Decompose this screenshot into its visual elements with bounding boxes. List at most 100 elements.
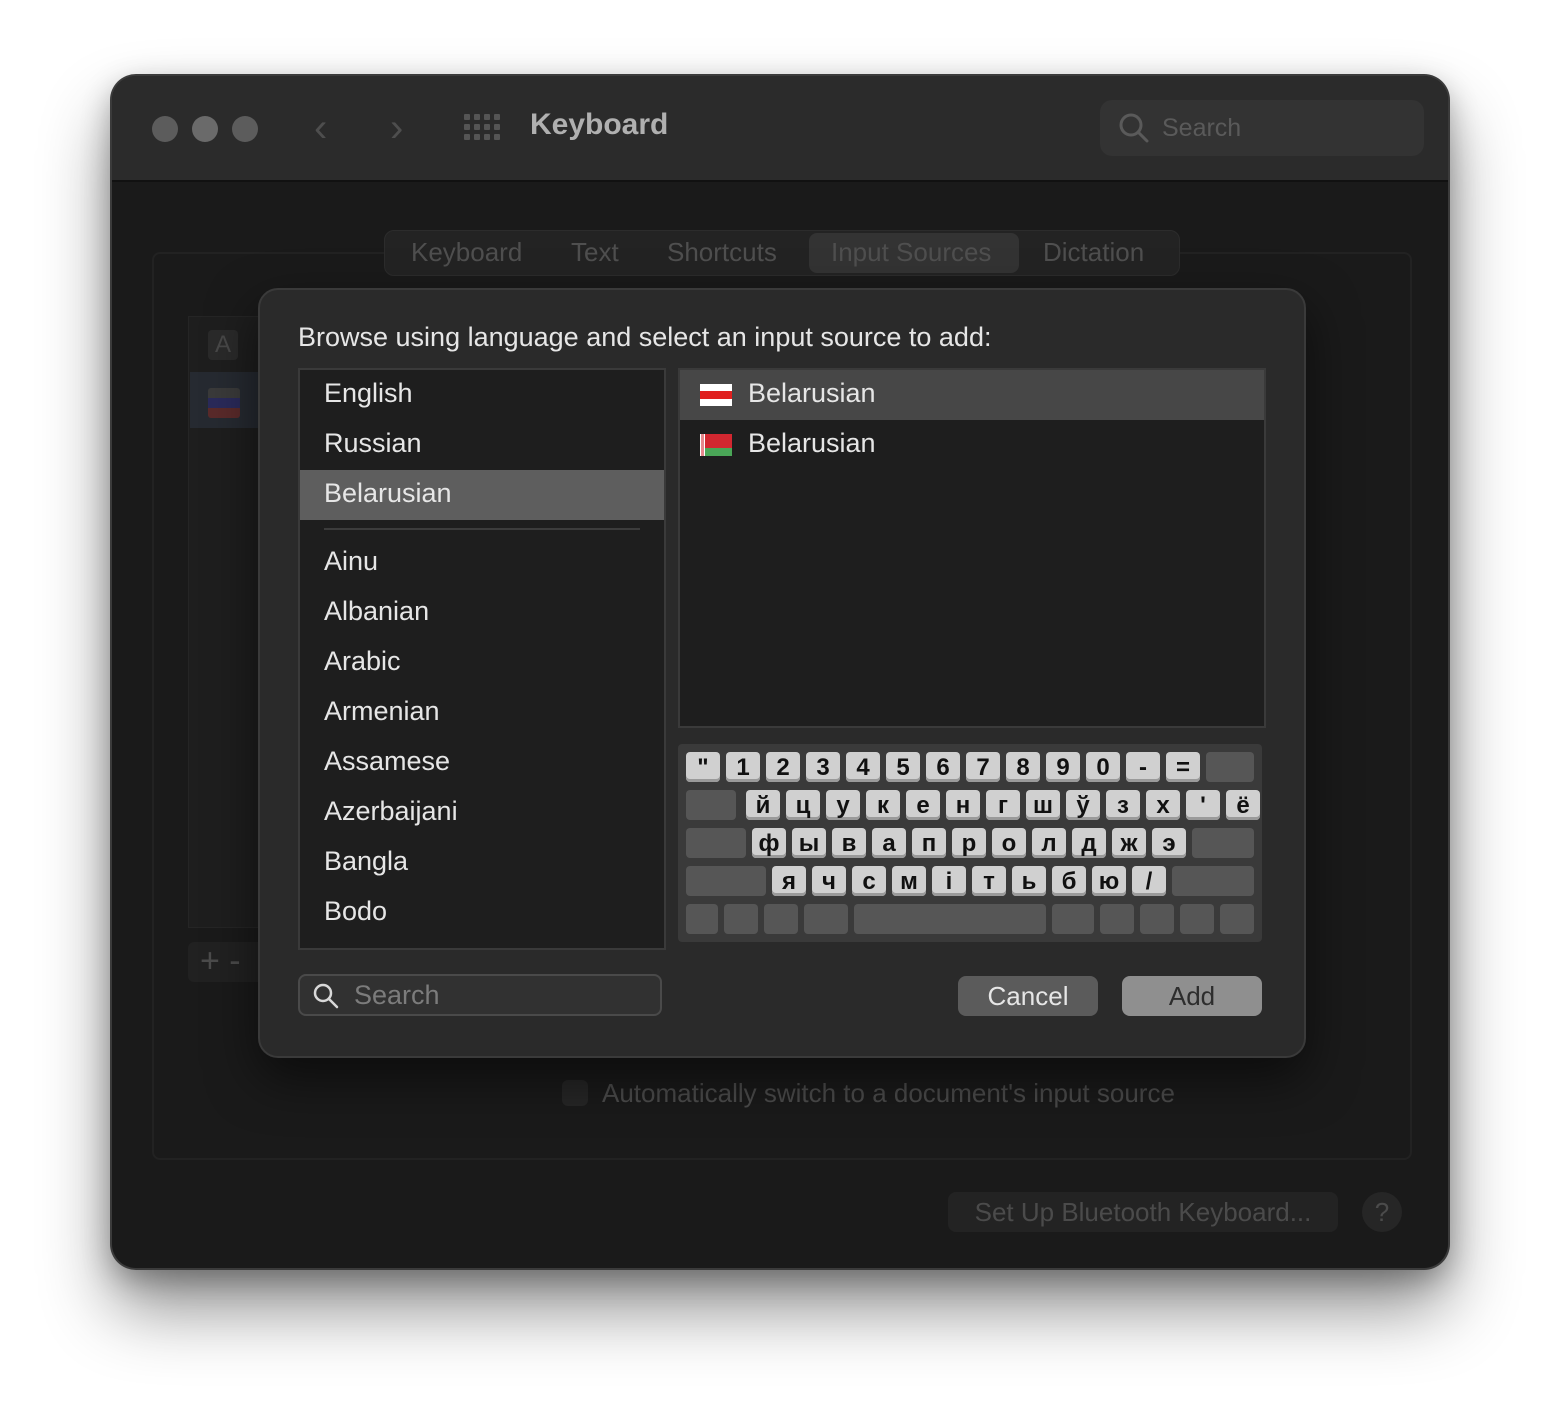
- help-button[interactable]: ?: [1362, 1192, 1402, 1232]
- auto-switch-checkbox[interactable]: [562, 1080, 588, 1106]
- key-r0-3: 3: [806, 752, 840, 782]
- key-r1-6: г: [986, 790, 1020, 820]
- caps-lock-key: [686, 828, 746, 858]
- bluetooth-keyboard-button[interactable]: Set Up Bluetooth Keyboard...: [948, 1192, 1338, 1232]
- key-r0-0: ": [686, 752, 720, 782]
- key-r0-2: 2: [766, 752, 800, 782]
- tab-bar: Keyboard Text Shortcuts Input Sources Di…: [384, 230, 1180, 276]
- bottom-mod-key-2: [764, 904, 798, 934]
- language-item-armenian[interactable]: Armenian: [300, 688, 664, 738]
- language-search-field[interactable]: [298, 974, 662, 1016]
- key-r2-8: д: [1072, 828, 1106, 858]
- space-bar-key: [854, 904, 1046, 934]
- tab-dictation[interactable]: Dictation: [1043, 237, 1144, 268]
- tab-keyboard[interactable]: Keyboard: [411, 237, 522, 268]
- input-source-list[interactable]: Belarusian Belarusian: [678, 368, 1266, 728]
- search-icon: [1119, 113, 1149, 143]
- key-r2-10: э: [1152, 828, 1186, 858]
- bottom-mod-key-9: [1220, 904, 1254, 934]
- language-item-bodo[interactable]: Bodo: [300, 888, 664, 938]
- key-r0-6: 6: [926, 752, 960, 782]
- minimize-window-button[interactable]: [192, 116, 218, 142]
- key-r3-8: ю: [1092, 866, 1126, 896]
- search-icon: [313, 983, 339, 1009]
- source-item-belarusian-2[interactable]: Belarusian: [680, 420, 1264, 470]
- language-item-azerbaijani[interactable]: Azerbaijani: [300, 788, 664, 838]
- key-r2-9: ж: [1112, 828, 1146, 858]
- back-arrow-icon[interactable]: ‹: [314, 108, 327, 148]
- right-mod-key-r0: [1206, 752, 1254, 782]
- tab-input-sources[interactable]: Input Sources: [831, 237, 991, 268]
- russian-pc-flag-icon: [208, 388, 240, 418]
- key-r2-1: ы: [792, 828, 826, 858]
- key-r3-9: /: [1132, 866, 1166, 896]
- key-r1-1: ц: [786, 790, 820, 820]
- key-r1-0: й: [746, 790, 780, 820]
- right-mod-key-r3: [1172, 866, 1254, 896]
- language-item-russian[interactable]: Russian: [300, 420, 664, 470]
- bottom-mod-key-8: [1180, 904, 1214, 934]
- cancel-button[interactable]: Cancel: [958, 976, 1098, 1016]
- search-placeholder: Search: [1162, 114, 1242, 142]
- left-shift-key: [686, 866, 766, 896]
- right-mod-key-r2: [1192, 828, 1254, 858]
- language-list-divider: [324, 528, 640, 530]
- language-list[interactable]: English Russian Belarusian Ainu Albanian…: [298, 368, 666, 950]
- key-r0-4: 4: [846, 752, 880, 782]
- source-item-belarusian-1[interactable]: Belarusian: [680, 370, 1264, 420]
- preferences-search-field[interactable]: Search: [1100, 100, 1424, 156]
- title-bar: ‹ › Keyboard Search: [112, 76, 1448, 182]
- bottom-mod-key-0: [686, 904, 718, 934]
- keyboard-preferences-window: ‹ › Keyboard Search Keyboard Text Shortc…: [112, 76, 1448, 1268]
- bottom-mod-key-3: [804, 904, 848, 934]
- key-r2-2: в: [832, 828, 866, 858]
- abc-input-icon: A: [208, 330, 238, 360]
- tab-shortcuts[interactable]: Shortcuts: [667, 237, 777, 268]
- add-input-source-sheet: Browse using language and select an inpu…: [258, 288, 1306, 1058]
- belarus-official-flag-icon: [700, 434, 732, 456]
- bottom-mod-key-7: [1140, 904, 1174, 934]
- language-item-arabic[interactable]: Arabic: [300, 638, 664, 688]
- language-item-ainu[interactable]: Ainu: [300, 538, 664, 588]
- language-item-bangla[interactable]: Bangla: [300, 838, 664, 888]
- key-r2-5: р: [952, 828, 986, 858]
- bottom-mod-key-6: [1100, 904, 1134, 934]
- sheet-prompt: Browse using language and select an inpu…: [298, 322, 992, 352]
- language-item-english[interactable]: English: [300, 370, 664, 420]
- key-r3-1: ч: [812, 866, 846, 896]
- key-r3-3: м: [892, 866, 926, 896]
- key-r2-7: л: [1032, 828, 1066, 858]
- key-r3-7: б: [1052, 866, 1086, 896]
- language-item-belarusian[interactable]: Belarusian: [300, 470, 664, 520]
- key-r0-5: 5: [886, 752, 920, 782]
- key-r2-0: ф: [752, 828, 786, 858]
- key-r1-11: ': [1186, 790, 1220, 820]
- key-r0-10: 0: [1086, 752, 1120, 782]
- key-r1-8: ў: [1066, 790, 1100, 820]
- belarus-white-red-white-flag-icon: [700, 384, 732, 406]
- forward-arrow-icon[interactable]: ›: [390, 108, 403, 148]
- key-r0-7: 7: [966, 752, 1000, 782]
- key-r2-4: п: [912, 828, 946, 858]
- language-item-assamese[interactable]: Assamese: [300, 738, 664, 788]
- bottom-mod-key-5: [1052, 904, 1094, 934]
- zoom-window-button[interactable]: [232, 116, 258, 142]
- keyboard-layout-preview: " 1 2 3 4 5 6 7 8 9 0- = й ц у к е н г ш ў з х ' ё ф ы в а п р о л д ж э я ч с…: [678, 744, 1262, 942]
- tab-text[interactable]: Text: [571, 237, 619, 268]
- key-r0-11: -: [1126, 752, 1160, 782]
- key-r0-8: 8: [1006, 752, 1040, 782]
- language-search-input[interactable]: [352, 978, 646, 1012]
- key-r1-10: х: [1146, 790, 1180, 820]
- show-all-grid-icon[interactable]: [464, 114, 502, 142]
- close-window-button[interactable]: [152, 116, 178, 142]
- bottom-mod-key-1: [724, 904, 758, 934]
- key-r2-3: а: [872, 828, 906, 858]
- key-r1-9: з: [1106, 790, 1140, 820]
- key-r0-1: 1: [726, 752, 760, 782]
- add-button[interactable]: Add: [1122, 976, 1262, 1016]
- key-r3-6: ь: [1012, 866, 1046, 896]
- key-r3-5: т: [972, 866, 1006, 896]
- key-r1-4: е: [906, 790, 940, 820]
- language-item-albanian[interactable]: Albanian: [300, 588, 664, 638]
- key-r1-2: у: [826, 790, 860, 820]
